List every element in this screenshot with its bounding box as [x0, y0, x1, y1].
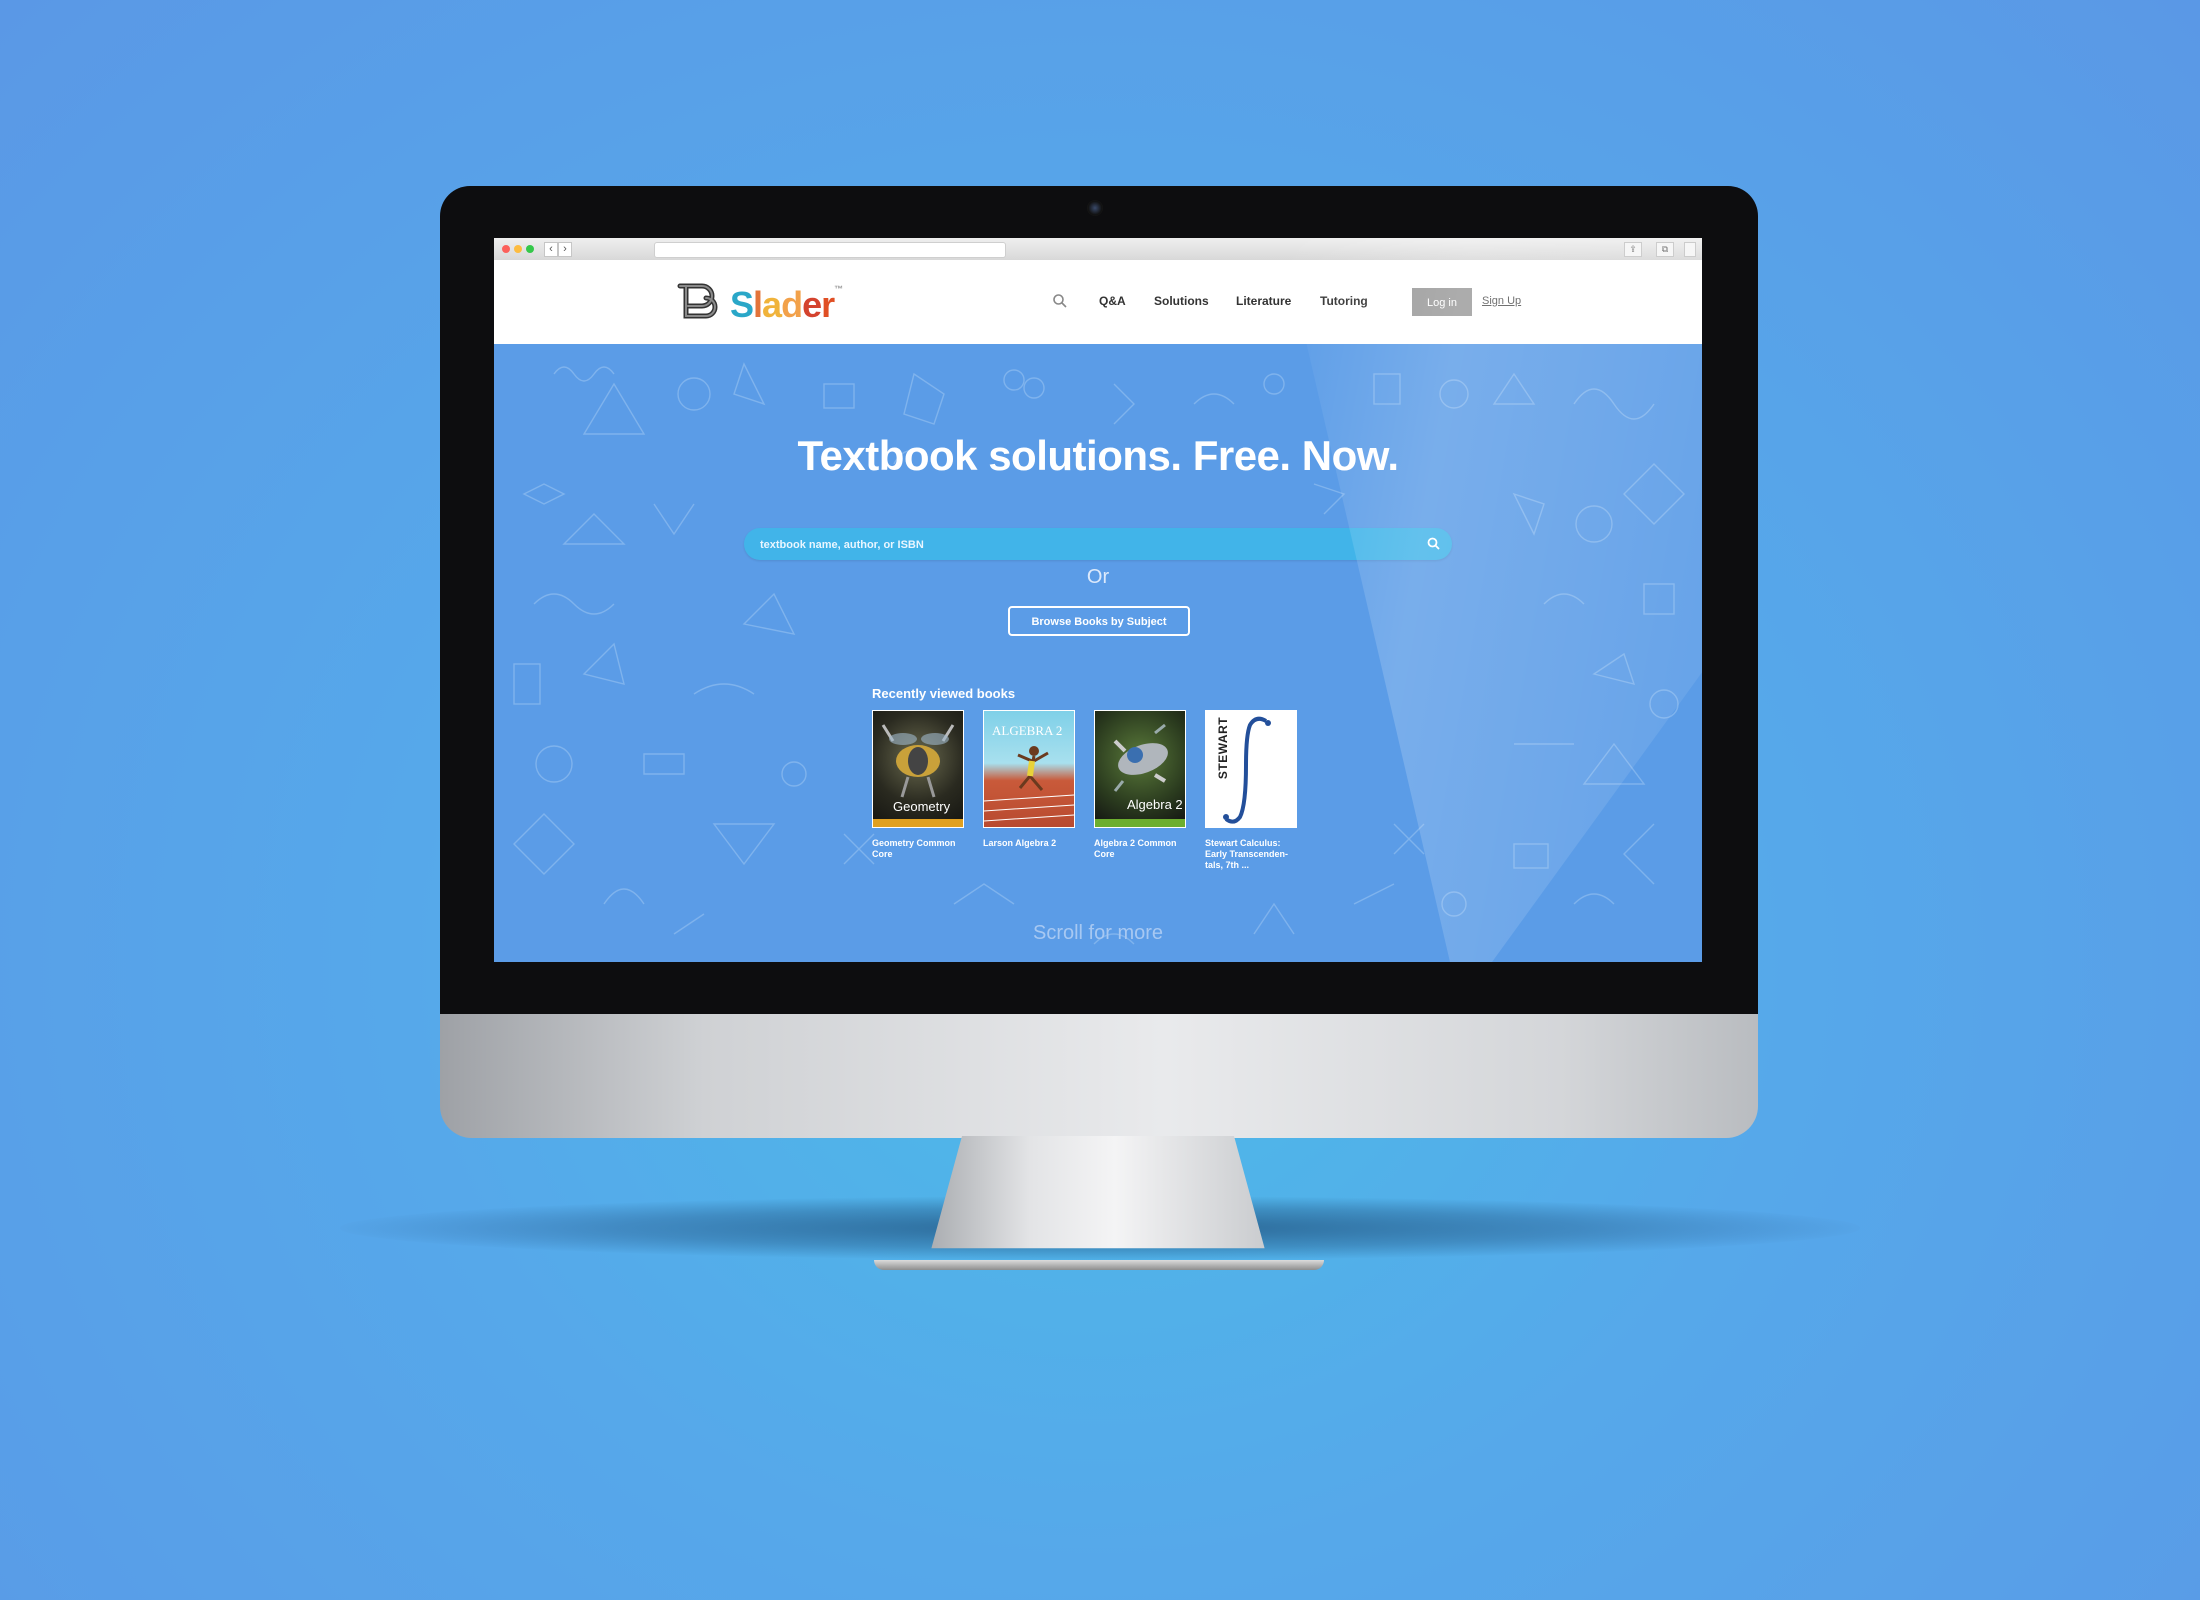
book-cover-text: Geometry — [893, 799, 951, 814]
hero-title: Textbook solutions. Free. Now. — [797, 432, 1399, 479]
new-tab-icon[interactable] — [1684, 242, 1696, 257]
logo-wordmark: Slader™ — [730, 284, 843, 325]
book-cover-text: STEWART — [1216, 716, 1231, 780]
close-window-icon[interactable] — [502, 245, 510, 253]
textbook-search-bar — [744, 528, 1452, 560]
monitor-stand — [931, 1136, 1265, 1249]
book-cover[interactable]: Algebra 2 — [1094, 710, 1186, 828]
book-cover[interactable]: ALGEBRA 2 — [983, 710, 1075, 828]
book-card[interactable]: STEWART Stewart Calculus: Early Transcen… — [1205, 710, 1297, 871]
maximize-window-icon[interactable] — [526, 245, 534, 253]
share-icon[interactable]: ⇪ — [1624, 242, 1642, 257]
nav-literature[interactable]: Literature — [1236, 294, 1291, 308]
webcam-icon — [1087, 200, 1103, 216]
monitor-bezel: ‹ › ⇪ ⧉ Slader™ Q&A Solutions Literature… — [440, 186, 1758, 1016]
textbook-search-input[interactable] — [758, 536, 1402, 554]
browser-screen: ‹ › ⇪ ⧉ Slader™ Q&A Solutions Literature… — [494, 238, 1702, 962]
book-cover[interactable]: STEWART — [1205, 710, 1297, 828]
nav-tutoring[interactable]: Tutoring — [1320, 294, 1368, 308]
or-separator: Or — [1086, 566, 1110, 588]
book-card[interactable]: Geometry Geometry Common Core — [872, 710, 964, 860]
hero-section: Textbook solutions. Free. Now. Or Browse… — [494, 344, 1702, 962]
login-button[interactable]: Log in — [1412, 288, 1472, 316]
tabs-icon[interactable]: ⧉ — [1656, 242, 1674, 257]
signup-link[interactable]: Sign Up — [1482, 295, 1521, 307]
book-cover-text: ALGEBRA 2 — [992, 723, 1063, 738]
book-title[interactable]: Larson Algebra 2 — [983, 838, 1075, 849]
search-submit-icon[interactable] — [1426, 536, 1442, 552]
browse-by-subject-button[interactable]: Browse Books by Subject — [1008, 606, 1190, 636]
address-bar[interactable] — [654, 242, 1006, 258]
minimize-window-icon[interactable] — [514, 245, 522, 253]
slader-logo[interactable]: Slader™ — [674, 278, 864, 325]
forward-button[interactable]: › — [558, 242, 572, 257]
book-title[interactable]: Geometry Common Core — [872, 838, 964, 860]
search-icon[interactable] — [1052, 293, 1068, 309]
monitor-base — [874, 1260, 1324, 1270]
book-cover-text: Algebra 2 — [1127, 797, 1183, 812]
back-button[interactable]: ‹ — [544, 242, 558, 257]
browser-titlebar: ‹ › ⇪ ⧉ — [494, 238, 1702, 261]
site-header: Slader™ Q&A Solutions Literature Tutorin… — [494, 260, 1702, 344]
book-card[interactable]: ALGEBRA 2 Larson Algebra 2 — [983, 710, 1075, 849]
book-title[interactable]: Stewart Calculus: Early Transcenden-tals… — [1205, 838, 1297, 871]
nav-qa[interactable]: Q&A — [1099, 294, 1126, 308]
nav-solutions[interactable]: Solutions — [1154, 294, 1209, 308]
recently-viewed-heading: Recently viewed books — [872, 686, 1016, 701]
book-title[interactable]: Algebra 2 Common Core — [1094, 838, 1186, 860]
slader-logo-mark-icon — [677, 283, 718, 319]
monitor-chin — [440, 1014, 1758, 1138]
scroll-for-more-hint[interactable]: Scroll for more — [494, 922, 1702, 945]
book-cover[interactable]: Geometry — [872, 710, 964, 828]
book-card[interactable]: Algebra 2 Algebra 2 Common Core — [1094, 710, 1186, 860]
